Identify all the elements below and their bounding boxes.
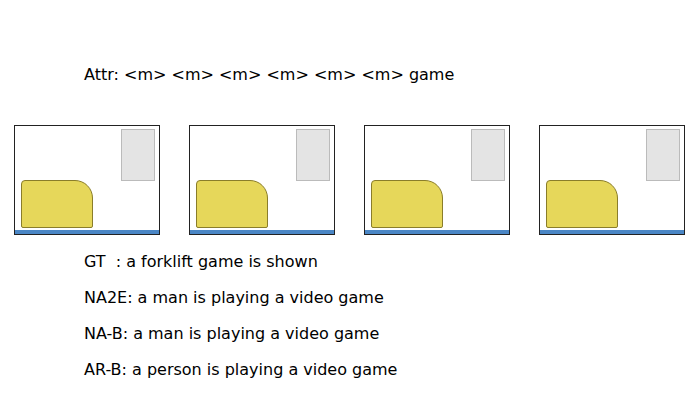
video-frame — [189, 125, 335, 235]
frame-panel — [121, 129, 155, 181]
caption-label: AR-B: — [84, 360, 127, 380]
frame-panel — [646, 129, 680, 181]
frame-ground — [540, 230, 684, 234]
frame-strip — [14, 125, 700, 235]
figure: Attr: <m> <m> <m> <m> <m> <m> gameGT :a … — [0, 0, 700, 400]
caption-label: NA-B: — [84, 324, 128, 344]
forklift-icon — [21, 180, 93, 228]
caption-text: a man is playing a video game — [138, 288, 384, 308]
forklift-icon — [371, 180, 443, 228]
caption-row: GT :a forklift game is shown — [84, 252, 700, 272]
video-frame — [14, 125, 160, 235]
attribute-line: Attr: <m> <m> <m> <m> <m> <m> game — [84, 65, 700, 85]
frame-ground — [15, 230, 159, 234]
forklift-icon — [546, 180, 618, 228]
caption-label: NA2E: — [84, 288, 133, 308]
frame-panel — [471, 129, 505, 181]
frame-panel — [296, 129, 330, 181]
forklift-icon — [196, 180, 268, 228]
caption-row: AR-B:a person is playing a video game — [84, 360, 700, 380]
caption-text: a forklift game is shown — [126, 252, 318, 272]
caption-text: a man is playing a video game — [133, 324, 379, 344]
caption-text: a person is playing a video game — [132, 360, 397, 380]
caption-list: GT :a forklift game is shown NA2E:a man i… — [84, 252, 700, 380]
caption-label: GT : — [84, 252, 121, 272]
video-frame — [364, 125, 510, 235]
frame-ground — [190, 230, 334, 234]
frame-ground — [365, 230, 509, 234]
caption-row: NA2E:a man is playing a video game — [84, 288, 700, 308]
caption-row: NA-B:a man is playing a video game — [84, 324, 700, 344]
video-frame — [539, 125, 685, 235]
